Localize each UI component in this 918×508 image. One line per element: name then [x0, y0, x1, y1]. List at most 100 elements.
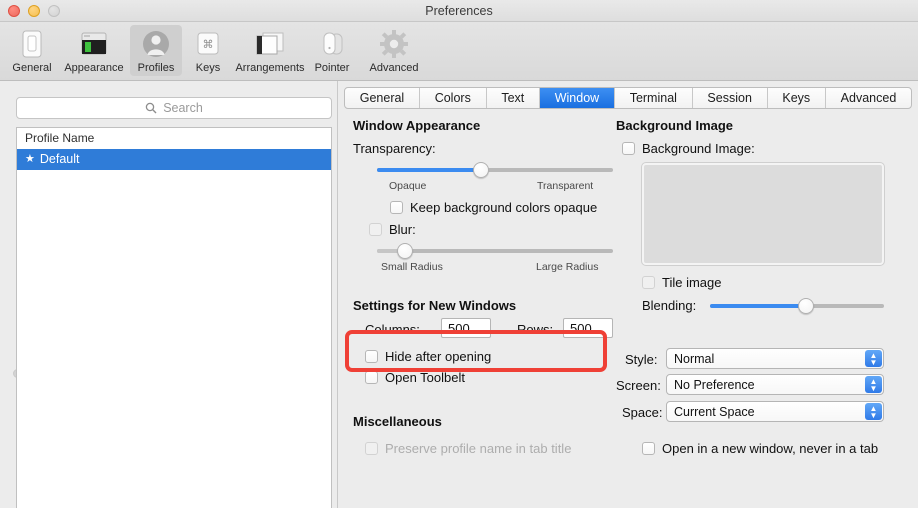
tile-image-checkbox[interactable]: [642, 276, 655, 289]
tile-image-row[interactable]: Tile image: [642, 275, 721, 290]
rows-input[interactable]: 500: [563, 318, 613, 338]
slider-thumb[interactable]: [797, 298, 814, 314]
arrangements-icon: [254, 28, 286, 60]
space-value: Current Space: [674, 404, 755, 419]
background-image-label: Background Image:: [642, 141, 755, 156]
tab-keys[interactable]: Keys: [768, 88, 826, 108]
toolbar-item-label: General: [12, 62, 52, 74]
preferences-window: Preferences General Appearance Profiles …: [0, 0, 918, 508]
appearance-icon: [79, 28, 109, 60]
background-image-checkbox[interactable]: [622, 142, 635, 155]
window-appearance-heading: Window Appearance: [353, 118, 481, 133]
search-icon: [145, 102, 157, 114]
window-tab-content: Window Appearance Transparency: Opaque T…: [339, 114, 918, 508]
slider-fill: [710, 304, 806, 308]
keep-background-opaque-label: Keep background colors opaque: [410, 200, 598, 215]
toolbar-item-label: Arrangements: [235, 62, 305, 74]
chevron-updown-icon: ▲ ▼: [865, 376, 882, 393]
miscellaneous-heading: Miscellaneous: [353, 414, 442, 429]
slider-fill: [377, 168, 481, 172]
blending-label: Blending:: [642, 298, 697, 313]
transparency-min-label: Opaque: [389, 180, 427, 192]
keep-background-opaque-checkbox[interactable]: [390, 201, 403, 214]
background-image-row[interactable]: Background Image:: [622, 141, 755, 156]
blur-label: Blur:: [389, 222, 416, 237]
blending-slider[interactable]: [710, 298, 884, 314]
chevron-updown-icon: ▲ ▼: [865, 403, 882, 420]
transparency-label: Transparency:: [353, 141, 436, 156]
blur-slider: [377, 243, 613, 259]
search-placeholder: Search: [163, 101, 203, 115]
background-image-well[interactable]: [642, 163, 884, 265]
profiles-sidebar: Search Profile Name ★ Default Tags > + –: [0, 81, 338, 508]
toolbar-item-keys[interactable]: ⌘ Keys: [182, 25, 234, 76]
blur-row[interactable]: Blur:: [369, 222, 416, 237]
toolbar-item-pointer[interactable]: Pointer: [306, 25, 358, 76]
settings-new-windows-heading: Settings for New Windows: [353, 298, 517, 313]
profile-list-header: Profile Name: [17, 128, 331, 149]
toolbar-item-profiles[interactable]: Profiles: [130, 25, 182, 76]
tab-general[interactable]: General: [345, 88, 420, 108]
toolbar-item-label: Keys: [195, 62, 221, 74]
tab-colors[interactable]: Colors: [420, 88, 487, 108]
open-new-window-label: Open in a new window, never in a tab: [662, 441, 879, 456]
columns-input[interactable]: 500: [441, 318, 491, 338]
preserve-profile-name-row: Preserve profile name in tab title: [365, 441, 571, 456]
rows-label: Rows:: [517, 322, 554, 337]
tile-image-label: Tile image: [662, 275, 722, 290]
profile-settings-pane: General Colors Text Window Terminal Sess…: [339, 81, 918, 508]
title-bar: Preferences: [0, 0, 918, 22]
general-icon: [19, 28, 45, 60]
settings-tabbar: General Colors Text Window Terminal Sess…: [344, 87, 912, 109]
search-input[interactable]: Search: [16, 97, 332, 119]
screen-label: Screen:: [616, 378, 661, 393]
toolbar-item-label: Appearance: [64, 62, 124, 74]
keys-icon: ⌘: [195, 28, 221, 60]
preferences-toolbar: General Appearance Profiles ⌘ Keys Arran…: [0, 22, 918, 81]
open-new-window-row[interactable]: Open in a new window, never in a tab: [642, 441, 878, 456]
pointer-icon: [318, 28, 346, 60]
toolbar-item-label: Profiles: [137, 62, 175, 74]
hide-after-opening-row[interactable]: Hide after opening: [365, 349, 491, 364]
toolbar-item-label: Pointer: [314, 62, 350, 74]
open-toolbelt-checkbox[interactable]: [365, 371, 378, 384]
blur-max-label: Large Radius: [536, 261, 599, 273]
open-new-window-checkbox[interactable]: [642, 442, 655, 455]
tab-text[interactable]: Text: [487, 88, 540, 108]
slider-thumb[interactable]: [472, 162, 489, 178]
toolbar-item-advanced[interactable]: Advanced: [358, 25, 430, 76]
background-image-heading: Background Image: [616, 118, 734, 133]
profile-list[interactable]: Profile Name ★ Default: [16, 127, 332, 508]
open-toolbelt-row[interactable]: Open Toolbelt: [365, 370, 465, 385]
hide-after-opening-label: Hide after opening: [385, 349, 492, 364]
toolbar-item-general[interactable]: General: [6, 25, 58, 76]
toolbar-item-appearance[interactable]: Appearance: [58, 25, 130, 76]
columns-label: Columns:: [365, 322, 420, 337]
toolbar-item-label: Advanced: [369, 62, 419, 74]
advanced-icon: [379, 28, 409, 60]
tab-session[interactable]: Session: [693, 88, 768, 108]
svg-text:⌘: ⌘: [203, 39, 214, 51]
space-dropdown[interactable]: Current Space ▲ ▼: [666, 401, 884, 422]
chevron-updown-icon: ▲ ▼: [865, 350, 882, 367]
tab-advanced[interactable]: Advanced: [826, 88, 911, 108]
slider-thumb: [397, 243, 414, 259]
toolbar-item-arrangements[interactable]: Arrangements: [234, 25, 306, 76]
style-dropdown[interactable]: Normal ▲ ▼: [666, 348, 884, 369]
open-toolbelt-label: Open Toolbelt: [385, 370, 465, 385]
transparency-max-label: Transparent: [537, 180, 594, 192]
tab-terminal[interactable]: Terminal: [615, 88, 693, 108]
space-label: Space:: [622, 405, 663, 420]
blur-checkbox[interactable]: [369, 223, 382, 236]
keep-background-opaque-row[interactable]: Keep background colors opaque: [390, 200, 597, 215]
style-value: Normal: [674, 351, 715, 366]
screen-value: No Preference: [674, 377, 755, 392]
transparency-slider[interactable]: [377, 162, 613, 178]
profile-name-label: Default: [39, 152, 80, 166]
tab-window[interactable]: Window: [540, 88, 615, 108]
window-title: Preferences: [425, 4, 493, 18]
hide-after-opening-checkbox[interactable]: [365, 350, 378, 363]
preserve-profile-name-label: Preserve profile name in tab title: [385, 441, 572, 456]
profile-list-item[interactable]: ★ Default: [17, 149, 331, 170]
screen-dropdown[interactable]: No Preference ▲ ▼: [666, 374, 884, 395]
